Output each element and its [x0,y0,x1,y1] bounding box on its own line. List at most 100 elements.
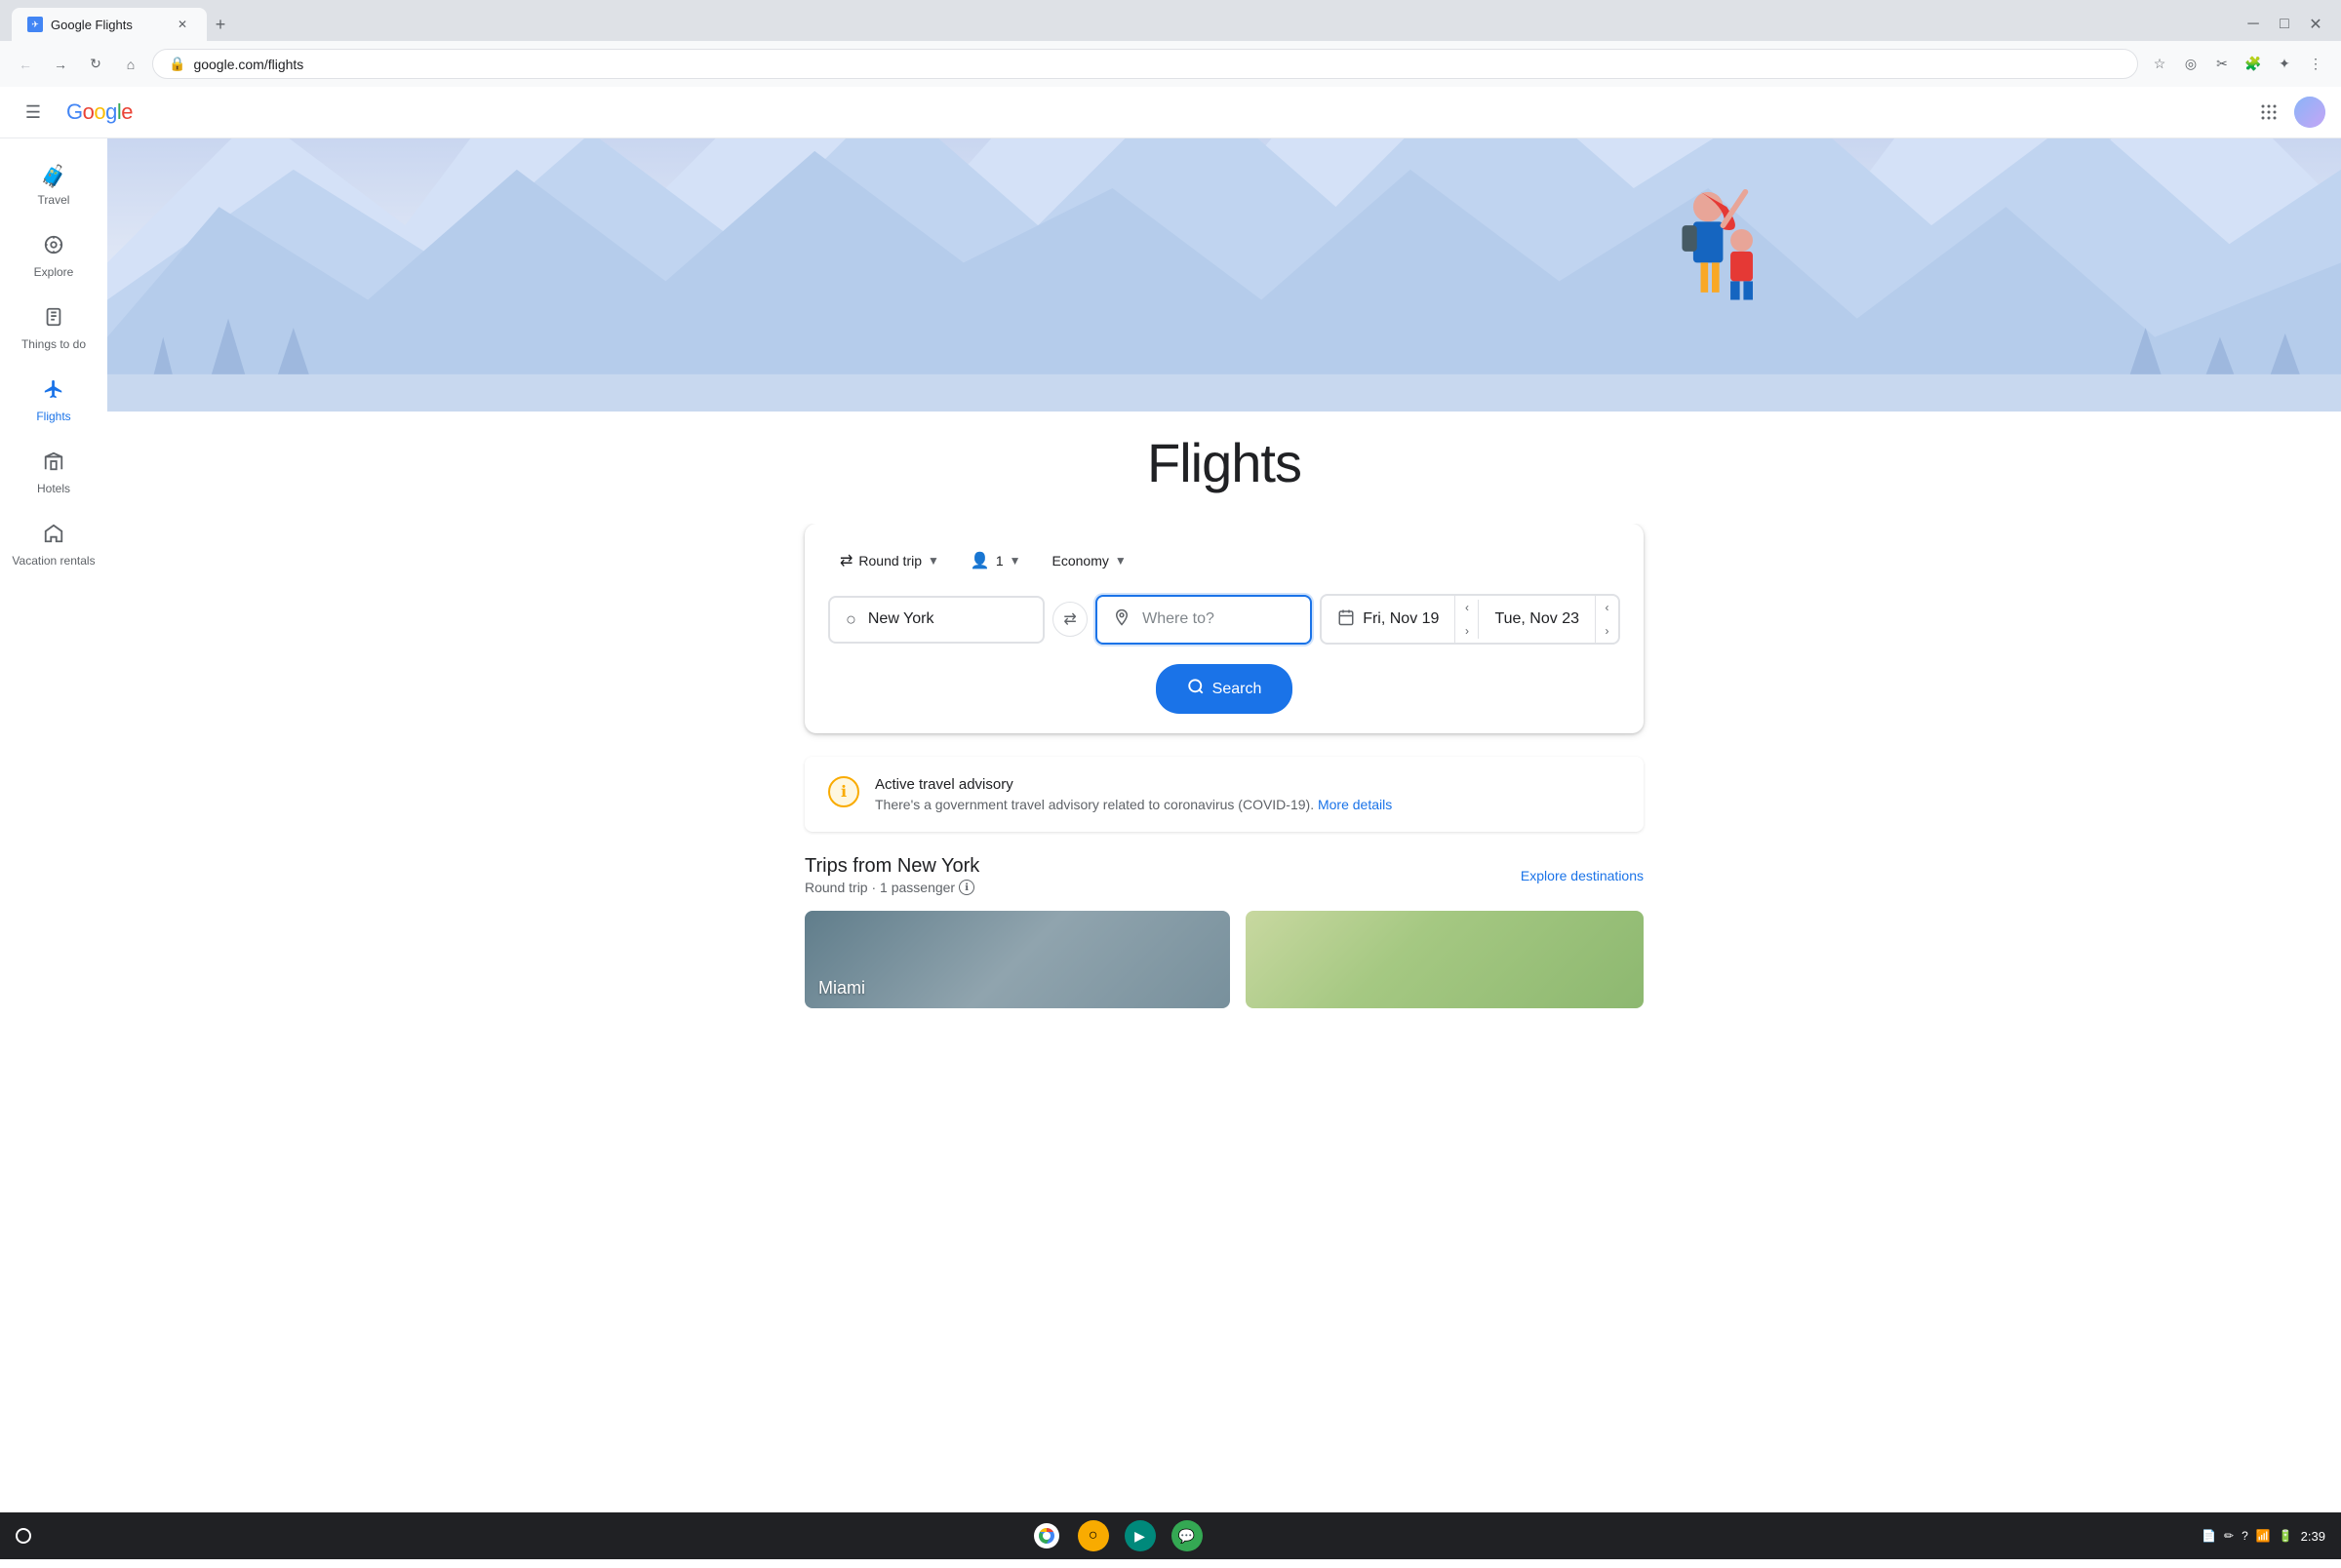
search-button[interactable]: Search [1156,664,1293,714]
origin-location-icon: ○ [846,609,856,630]
trips-subtitle: Round trip · 1 passenger ℹ [805,880,979,895]
passengers-chevron: ▼ [1010,554,1021,568]
sidebar-item-explore[interactable]: Explore [0,220,107,293]
advisory-message: There's a government travel advisory rel… [875,797,1392,812]
flights-title-section: Flights [107,412,2341,524]
advisory-section: ℹ Active travel advisory There's a gover… [805,757,1644,832]
scissors-icon[interactable]: ✂ [2208,51,2236,78]
forward-button[interactable]: → [47,51,74,78]
things-to-do-icon [43,306,64,333]
extension-icon[interactable]: ✦ [2271,51,2298,78]
origin-input[interactable]: ○ New York [828,596,1045,644]
swap-button[interactable]: ⇄ [1052,602,1088,637]
date-section: Fri, Nov 19 ‹ › Tue, Nov 23 ‹ [1320,594,1620,645]
taskbar-right: 📄 ✏ ? 📶 🔋 2:39 [2202,1529,2325,1544]
content-area: Flights ⇄ Round trip ▼ 👤 [107,138,2341,1067]
depart-date-nav: ‹ › [1454,596,1478,643]
explore-icon [43,234,64,261]
trips-title: Trips from New York [805,855,979,878]
user-avatar[interactable] [2294,97,2325,128]
sidebar-label-travel: Travel [38,193,70,207]
sidebar-label-explore: Explore [34,265,74,279]
swap-icon: ⇄ [840,551,853,570]
person-icon: 👤 [971,551,990,570]
browser-tab[interactable]: ✈ Google Flights ✕ [12,8,207,41]
taskbar-center: ○ ▶ 💬 [1031,1520,1203,1551]
trip-type-button[interactable]: ⇄ Round trip ▼ [828,543,951,578]
return-date-field[interactable]: Tue, Nov 23 [1479,599,1595,640]
maximize-button[interactable]: □ [2271,11,2298,38]
taskbar-app-orange[interactable]: ○ [1078,1520,1109,1551]
help-icon[interactable]: ? [2242,1529,2248,1543]
depart-date-field[interactable]: Fri, Nov 19 [1322,597,1454,643]
taskbar-chrome[interactable] [1031,1520,1062,1551]
return-date-value: Tue, Nov 23 [1494,610,1579,628]
sidebar-item-hotels[interactable]: Hotels [0,437,107,509]
puzzle-icon[interactable]: 🧩 [2240,51,2267,78]
hero-section: Flights [107,138,2341,524]
menu-dots-icon[interactable]: ⋮ [2302,51,2329,78]
cabin-class-chevron: ▼ [1115,554,1127,568]
destination-input[interactable] [1095,595,1312,645]
sidebar-item-travel[interactable]: 🧳 Travel [0,150,107,220]
taskbar: ○ ▶ 💬 📄 ✏ ? 📶 🔋 2:39 [0,1512,2341,1559]
sidebar-item-vacation-rentals[interactable]: Vacation rentals [0,509,107,581]
hamburger-menu[interactable]: ☰ [16,95,51,130]
page-icon[interactable]: 📄 [2202,1529,2216,1543]
advisory-icon: ℹ [828,776,859,807]
trip-type-chevron: ▼ [928,554,939,568]
cabin-class-button[interactable]: Economy ▼ [1041,545,1138,576]
pen-icon[interactable]: ✏ [2224,1529,2234,1543]
return-next-button[interactable]: › [1595,619,1618,643]
sidebar-item-things-to-do[interactable]: Things to do [0,293,107,365]
close-window-button[interactable]: ✕ [2302,11,2329,38]
depart-next-button[interactable]: › [1454,619,1478,643]
return-prev-button[interactable]: ‹ [1595,596,1618,619]
address-bar[interactable]: 🔒 google.com/flights [152,49,2138,79]
google-header: ☰ Google [0,87,2341,138]
trip-type-label: Round trip [858,553,922,568]
vacation-rentals-icon [43,523,64,550]
search-and-below: ⇄ Round trip ▼ 👤 1 ▼ Economy ▼ [107,524,2341,1067]
trips-info: Trips from New York Round trip · 1 passe… [805,855,979,895]
advisory-more-details-link[interactable]: More details [1318,797,1392,812]
new-tab-button[interactable]: + [207,11,234,38]
sidebar-item-flights[interactable]: Flights [0,365,107,437]
minimize-button[interactable]: ─ [2240,11,2267,38]
cabin-class-label: Economy [1052,553,1109,568]
flights-icon [43,378,64,406]
search-container: ⇄ Round trip ▼ 👤 1 ▼ Economy ▼ [805,524,1644,733]
advisory-title: Active travel advisory [875,776,1392,793]
destination-card-miami[interactable]: Miami [805,911,1230,1008]
depart-prev-button[interactable]: ‹ [1454,596,1478,619]
lock-icon: 🔒 [169,56,185,72]
profile-icon[interactable]: ◎ [2177,51,2204,78]
tab-favicon: ✈ [27,17,43,32]
search-button-wrap: Search [828,664,1620,714]
trips-info-icon[interactable]: ℹ [959,880,974,895]
google-logo: Google [66,99,133,125]
dest-location-icon [1113,608,1131,631]
tab-close-button[interactable]: ✕ [174,16,191,33]
sidebar-label-flights: Flights [36,410,70,423]
trips-section: Trips from New York Round trip · 1 passe… [805,855,1644,1028]
bookmark-icon[interactable]: ☆ [2146,51,2173,78]
battery-icon: 🔋 [2279,1529,2293,1543]
google-apps-icon[interactable] [2251,95,2286,130]
refresh-button[interactable]: ↻ [82,51,109,78]
home-button[interactable]: ⌂ [117,51,144,78]
passengers-button[interactable]: 👤 1 ▼ [959,543,1033,578]
search-options: ⇄ Round trip ▼ 👤 1 ▼ Economy ▼ [828,543,1620,578]
advisory-text: Active travel advisory There's a governm… [875,776,1392,812]
back-button[interactable]: ← [12,51,39,78]
wifi-icon: 📶 [2256,1529,2271,1543]
depart-date-value: Fri, Nov 19 [1363,610,1439,628]
explore-destinations-link[interactable]: Explore destinations [1521,868,1644,883]
destination-text-input[interactable] [1142,610,1294,628]
taskbar-chat[interactable]: 💬 [1171,1520,1203,1551]
taskbar-meet[interactable]: ▶ [1125,1520,1156,1551]
taskbar-time: 2:39 [2301,1529,2325,1544]
taskbar-left [16,1528,31,1544]
destination-card-map[interactable] [1246,911,1644,1008]
toolbar-actions: ☆ ◎ ✂ 🧩 ✦ ⋮ [2146,51,2329,78]
